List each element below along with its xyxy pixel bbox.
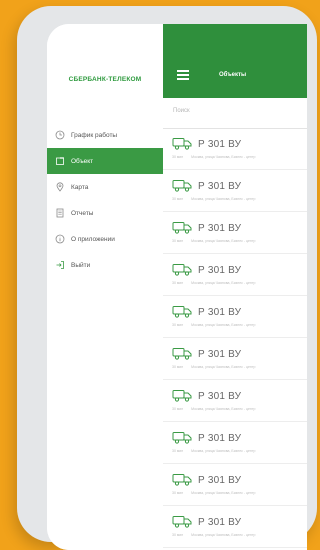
- vehicle-address: Москва, улица Чаянова, Бизнес - центр: [191, 365, 256, 369]
- info-icon: [55, 234, 65, 244]
- vehicle-meta: 30 мин Москва, улица Чаянова, Бизнес - це…: [172, 197, 255, 201]
- vehicle-plate: Р 301 ВУ: [198, 265, 242, 276]
- vehicle-address: Москва, улица Чаянова, Бизнес - центр: [191, 155, 256, 159]
- menu-item-about[interactable]: О приложении: [47, 226, 163, 252]
- truck-icon: [172, 516, 192, 528]
- menu-item-label: График работы: [71, 131, 118, 139]
- list-item[interactable]: Р 301 ВУ 30 мин Москва, улица Чаянова, Би…: [163, 170, 307, 212]
- vehicle-plate: Р 301 ВУ: [198, 139, 242, 150]
- clock-icon: [55, 130, 65, 140]
- menu-item-label: Карта: [71, 183, 89, 191]
- truck-icon: [172, 138, 192, 150]
- logout-icon: [55, 260, 65, 270]
- objects-screen: Объекты Поиск Р 301 ВУ 30 мин Москва, ули…: [163, 24, 307, 550]
- menu-item-label: Объект: [71, 157, 94, 165]
- object-icon: [55, 156, 65, 166]
- menu-item-schedule[interactable]: График работы: [47, 122, 163, 148]
- app-screen: СБЕРБАНК-ТЕЛЕКОМ График работы Объект Ка…: [47, 24, 307, 550]
- vehicle-plate: Р 301 ВУ: [198, 307, 242, 318]
- menu-item-reports[interactable]: Отчеты: [47, 200, 163, 226]
- vehicle-time: 30 мин: [172, 155, 184, 159]
- vehicle-plate: Р 301 ВУ: [198, 349, 242, 360]
- vehicle-plate: Р 301 ВУ: [198, 391, 242, 402]
- vehicle-meta: 30 мин Москва, улица Чаянова, Бизнес - це…: [172, 365, 255, 369]
- truck-icon: [172, 390, 192, 402]
- truck-icon: [172, 432, 192, 444]
- vehicle-time: 30 мин: [172, 449, 184, 453]
- vehicle-meta: 30 мин Москва, улица Чаянова, Бизнес - це…: [172, 407, 255, 411]
- page-title: Объекты: [219, 72, 247, 78]
- map-pin-icon: [55, 182, 65, 192]
- report-icon: [55, 208, 65, 218]
- vehicle-plate: Р 301 ВУ: [198, 517, 242, 528]
- vehicle-meta: 30 мин Москва, улица Чаянова, Бизнес - це…: [172, 239, 255, 243]
- menu-icon[interactable]: [177, 70, 189, 80]
- menu-item-object[interactable]: Объект: [47, 148, 163, 174]
- vehicle-time: 30 мин: [172, 197, 184, 201]
- drawer-menu: График работы Объект Карта Отчеты О прил…: [47, 122, 163, 278]
- brand-title: СБЕРБАНК-ТЕЛЕКОМ: [68, 76, 142, 83]
- vehicle-address: Москва, улица Чаянова, Бизнес - центр: [191, 197, 256, 201]
- vehicle-address: Москва, улица Чаянова, Бизнес - центр: [191, 491, 256, 495]
- list-item[interactable]: Р 301 ВУ 30 мин Москва, улица Чаянова, Би…: [163, 296, 307, 338]
- truck-icon: [172, 474, 192, 486]
- vehicle-address: Москва, улица Чаянова, Бизнес - центр: [191, 239, 256, 243]
- vehicle-address: Москва, улица Чаянова, Бизнес - центр: [191, 407, 256, 411]
- list-item[interactable]: Р 301 ВУ 30 мин Москва, улица Чаянова, Би…: [163, 212, 307, 254]
- vehicle-plate: Р 301 ВУ: [198, 433, 242, 444]
- menu-item-label: Выйти: [71, 261, 91, 269]
- search-input[interactable]: Поиск: [163, 100, 307, 129]
- vehicle-address: Москва, улица Чаянова, Бизнес - центр: [191, 533, 256, 537]
- menu-item-map[interactable]: Карта: [47, 174, 163, 200]
- vehicle-time: 30 мин: [172, 365, 184, 369]
- vehicle-meta: 30 мин Москва, улица Чаянова, Бизнес - це…: [172, 533, 255, 537]
- truck-icon: [172, 264, 192, 276]
- navigation-drawer: СБЕРБАНК-ТЕЛЕКОМ График работы Объект Ка…: [47, 24, 164, 550]
- vehicle-meta: 30 мин Москва, улица Чаянова, Бизнес - це…: [172, 449, 255, 453]
- list-item[interactable]: Р 301 ВУ 30 мин Москва, улица Чаянова, Би…: [163, 506, 307, 548]
- phone-frame: СБЕРБАНК-ТЕЛЕКОМ График работы Объект Ка…: [17, 6, 317, 550]
- list-item[interactable]: Р 301 ВУ 30 мин Москва, улица Чаянова, Би…: [163, 254, 307, 296]
- vehicle-meta: 30 мин Москва, улица Чаянова, Бизнес - це…: [172, 155, 255, 159]
- list-item[interactable]: Р 301 ВУ 30 мин Москва, улица Чаянова, Би…: [163, 128, 307, 170]
- list-item[interactable]: Р 301 ВУ 30 мин Москва, улица Чаянова, Би…: [163, 380, 307, 422]
- app-header: Объекты: [163, 24, 307, 98]
- vehicle-plate: Р 301 ВУ: [198, 223, 242, 234]
- vehicle-time: 30 мин: [172, 323, 184, 327]
- vehicle-time: 30 мин: [172, 281, 184, 285]
- vehicle-time: 30 мин: [172, 491, 184, 495]
- vehicle-time: 30 мин: [172, 239, 184, 243]
- vehicle-plate: Р 301 ВУ: [198, 181, 242, 192]
- menu-item-logout[interactable]: Выйти: [47, 252, 163, 278]
- list-item[interactable]: Р 301 ВУ 30 мин Москва, улица Чаянова, Би…: [163, 422, 307, 464]
- menu-item-label: Отчеты: [71, 209, 94, 217]
- menu-item-label: О приложении: [71, 235, 115, 243]
- objects-list: Р 301 ВУ 30 мин Москва, улица Чаянова, Би…: [163, 128, 307, 548]
- vehicle-meta: 30 мин Москва, улица Чаянова, Бизнес - це…: [172, 281, 255, 285]
- vehicle-time: 30 мин: [172, 533, 184, 537]
- list-item[interactable]: Р 301 ВУ 30 мин Москва, улица Чаянова, Би…: [163, 464, 307, 506]
- vehicle-address: Москва, улица Чаянова, Бизнес - центр: [191, 323, 256, 327]
- truck-icon: [172, 348, 192, 360]
- vehicle-address: Москва, улица Чаянова, Бизнес - центр: [191, 449, 256, 453]
- list-item[interactable]: Р 301 ВУ 30 мин Москва, улица Чаянова, Би…: [163, 338, 307, 380]
- vehicle-address: Москва, улица Чаянова, Бизнес - центр: [191, 281, 256, 285]
- truck-icon: [172, 180, 192, 192]
- vehicle-time: 30 мин: [172, 407, 184, 411]
- vehicle-meta: 30 мин Москва, улица Чаянова, Бизнес - це…: [172, 323, 255, 327]
- vehicle-plate: Р 301 ВУ: [198, 475, 242, 486]
- truck-icon: [172, 306, 192, 318]
- truck-icon: [172, 222, 192, 234]
- vehicle-meta: 30 мин Москва, улица Чаянова, Бизнес - це…: [172, 491, 255, 495]
